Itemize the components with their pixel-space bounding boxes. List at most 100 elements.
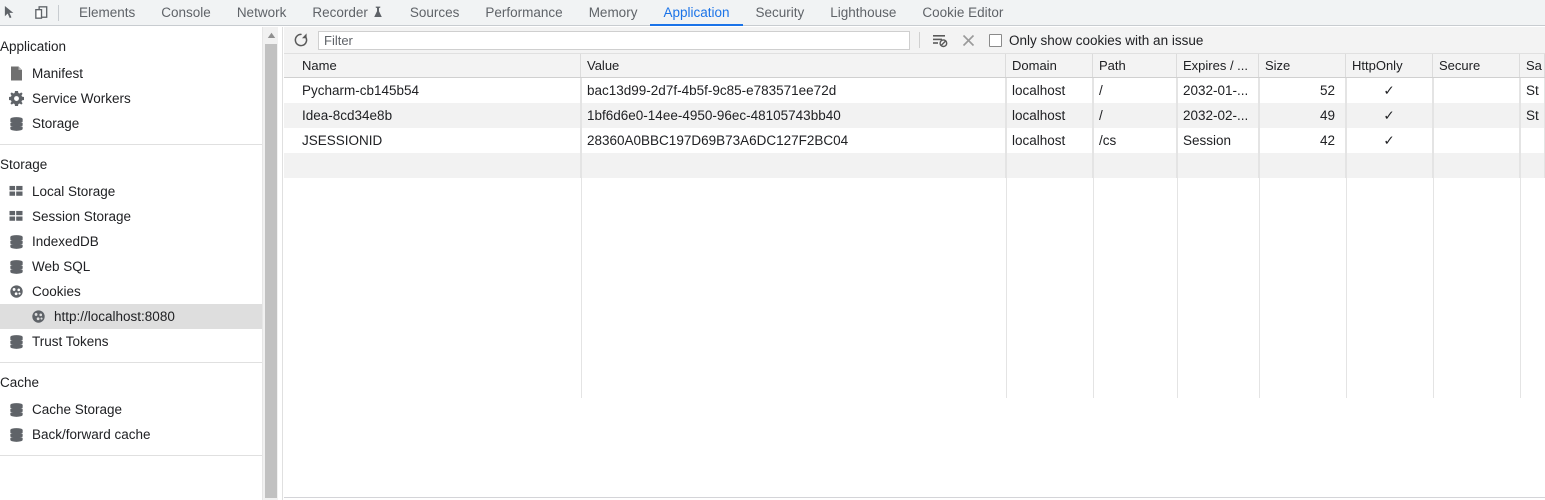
inspect-element-icon[interactable]: [2, 0, 28, 26]
sidebar-item-cache-storage[interactable]: Cache Storage: [0, 397, 262, 422]
cell-expires: 2032-01-...: [1177, 78, 1259, 103]
cell-secure: [1433, 153, 1520, 178]
cell-httponly: [1346, 153, 1433, 178]
cookies-panel: Only show cookies with an issue Name Val…: [284, 27, 1545, 500]
cell-samesite: [1520, 153, 1545, 178]
sidebar-item-label: Cache Storage: [32, 402, 123, 417]
clear-all-cookies-icon[interactable]: [957, 29, 979, 51]
sidebar-item-label: Cookies: [32, 284, 81, 299]
column-header-expires[interactable]: Expires / ...: [1177, 54, 1259, 77]
sidebar-item-manifest[interactable]: Manifest: [0, 61, 262, 86]
sidebar-item-localhost-8080[interactable]: http://localhost:8080: [0, 304, 262, 329]
tab-network[interactable]: Network: [224, 1, 300, 26]
scroll-up-arrow-icon[interactable]: [263, 27, 279, 43]
tab-label: Network: [236, 5, 287, 20]
clear-filtered-cookies-icon[interactable]: [929, 29, 951, 51]
sidebar-section-title-cache: Cache: [0, 375, 40, 390]
sidebar-item-session-storage[interactable]: Session Storage: [0, 204, 262, 229]
sidebar-item-label: Back/forward cache: [32, 427, 151, 442]
column-rule: [1346, 78, 1347, 398]
tab-sources[interactable]: Sources: [397, 1, 473, 26]
sidebar-scrollbar[interactable]: [262, 27, 278, 500]
scrollbar-thumb[interactable]: [265, 44, 277, 498]
cell-expires: [1177, 153, 1259, 178]
database-icon: [8, 402, 24, 418]
sidebar-item-indexeddb[interactable]: IndexedDB: [0, 229, 262, 254]
database-icon: [8, 116, 24, 132]
cell-size: 42: [1259, 128, 1346, 153]
sidebar-item-label: IndexedDB: [32, 234, 99, 249]
devtools-tabs: Elements Console Network Recorder Source…: [66, 0, 1016, 26]
tab-label: Application: [663, 5, 730, 20]
tab-label: Elements: [79, 5, 136, 20]
cell-httponly: ✓: [1346, 78, 1433, 103]
cell-secure: [1433, 78, 1520, 103]
sidebar-item-web-sql[interactable]: Web SQL: [0, 254, 262, 279]
experiment-flask-icon: [372, 6, 384, 19]
cell-secure: [1433, 103, 1520, 128]
cell-httponly: ✓: [1346, 103, 1433, 128]
tab-label: Console: [161, 5, 211, 20]
cookie-icon: [8, 284, 24, 300]
tab-security[interactable]: Security: [743, 1, 818, 26]
tab-label: Cookie Editor: [922, 5, 1004, 20]
tab-console[interactable]: Console: [148, 1, 224, 26]
tab-label: Security: [755, 5, 805, 20]
table-row[interactable]: [284, 153, 1545, 178]
cell-value: [581, 153, 1006, 178]
table-bottom-divider: [284, 497, 1545, 498]
tab-performance[interactable]: Performance: [472, 1, 575, 26]
column-header-value[interactable]: Value: [581, 54, 1006, 77]
column-rule: [1006, 78, 1007, 398]
tab-cookie-editor[interactable]: Cookie Editor: [909, 1, 1016, 26]
tab-lighthouse[interactable]: Lighthouse: [817, 1, 909, 26]
cell-name: [284, 153, 581, 178]
sidebar-item-service-workers[interactable]: Service Workers: [0, 86, 262, 111]
sidebar-item-label: Web SQL: [32, 259, 91, 274]
device-toolbar-icon[interactable]: [28, 0, 54, 26]
table-row[interactable]: Pycharm-cb145b54 bac13d99-2d7f-4b5f-9c85…: [284, 78, 1545, 103]
cell-samesite: [1520, 128, 1545, 153]
column-header-path[interactable]: Path: [1093, 54, 1177, 77]
sidebar-item-label: Trust Tokens: [32, 334, 109, 349]
filter-input[interactable]: [318, 30, 910, 50]
column-header-httponly[interactable]: HttpOnly: [1346, 54, 1433, 77]
cell-value: 28360A0BBC197D69B73A6DC127F2BC04: [581, 128, 1006, 153]
sidebar-item-label: Storage: [32, 116, 80, 131]
cell-secure: [1433, 128, 1520, 153]
sidebar-item-storage[interactable]: Storage: [0, 111, 262, 136]
tab-recorder[interactable]: Recorder: [299, 1, 397, 26]
gear-icon: [8, 91, 24, 107]
tab-label: Recorder: [312, 5, 368, 20]
sidebar-splitter[interactable]: [279, 27, 283, 500]
sidebar-item-trust-tokens[interactable]: Trust Tokens: [0, 329, 262, 354]
column-header-size[interactable]: Size: [1259, 54, 1346, 77]
column-header-samesite[interactable]: Sa: [1520, 54, 1545, 77]
only-issues-checkbox-row[interactable]: Only show cookies with an issue: [989, 33, 1203, 48]
sidebar-section-title-storage: Storage: [0, 157, 48, 172]
column-header-secure[interactable]: Secure: [1433, 54, 1520, 77]
cell-domain: localhost: [1006, 103, 1093, 128]
table-row[interactable]: JSESSIONID 28360A0BBC197D69B73A6DC127F2B…: [284, 128, 1545, 153]
only-issues-checkbox[interactable]: [989, 33, 1002, 47]
cell-value: bac13d99-2d7f-4b5f-9c85-e783571ee72d: [581, 78, 1006, 103]
tab-application[interactable]: Application: [650, 1, 743, 26]
cookies-table-header: Name Value Domain Path Expires / ... Siz…: [284, 54, 1545, 78]
only-issues-label: Only show cookies with an issue: [1009, 32, 1204, 48]
cell-path: /: [1093, 103, 1177, 128]
sidebar-item-back-forward-cache[interactable]: Back/forward cache: [0, 422, 262, 447]
sidebar-item-local-storage[interactable]: Local Storage: [0, 179, 262, 204]
column-header-domain[interactable]: Domain: [1006, 54, 1093, 77]
tab-elements[interactable]: Elements: [66, 1, 148, 26]
tab-label: Lighthouse: [830, 5, 897, 20]
sidebar-divider-3: [0, 455, 262, 456]
refresh-icon[interactable]: [290, 29, 312, 51]
column-header-name[interactable]: Name: [284, 54, 581, 77]
sidebar-item-cookies[interactable]: Cookies: [0, 279, 262, 304]
cell-value: 1bf6d6e0-14ee-4950-96ec-48105743bb40: [581, 103, 1006, 128]
cell-domain: localhost: [1006, 78, 1093, 103]
table-row[interactable]: Idea-8cd34e8b 1bf6d6e0-14ee-4950-96ec-48…: [284, 103, 1545, 128]
column-rule: [1259, 78, 1260, 398]
tab-memory[interactable]: Memory: [576, 1, 651, 26]
tab-label: Sources: [409, 5, 460, 20]
